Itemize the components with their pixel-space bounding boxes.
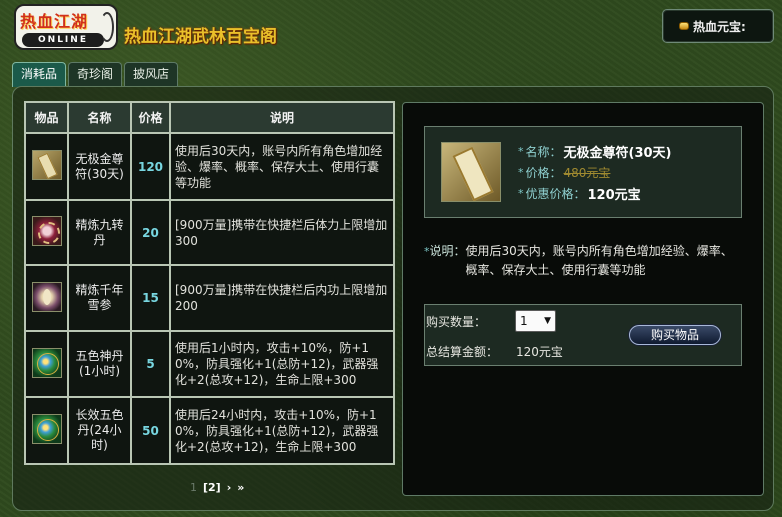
item-cell[interactable] xyxy=(24,396,69,465)
currency-balance: 热血元宝: xyxy=(662,9,774,43)
table-row[interactable]: 精炼九转丹 20 [900万量]携带在快捷栏后体力上限增加300 xyxy=(24,199,395,266)
column-header-description: 说明 xyxy=(169,101,395,134)
original-price: 480元宝 xyxy=(563,166,611,180)
table-row[interactable]: 五色神丹(1小时) 5 使用后1小时内，攻击+10%，防+10%，防具强化+1(… xyxy=(24,330,395,398)
table-row[interactable]: 长效五色丹(24小时) 50 使用后24小时内，攻击+10%，防+10%，防具强… xyxy=(24,396,395,465)
price-label: 价格： xyxy=(525,166,562,180)
logo-online-text: ONLINE xyxy=(22,33,104,47)
last-page-icon[interactable]: » xyxy=(237,481,244,494)
item-price: 50 xyxy=(130,396,171,465)
item-cell[interactable] xyxy=(24,199,69,266)
quantity-select[interactable]: 1 ▼ xyxy=(515,310,556,332)
item-description: 使用后30天内，账号内所有角色增加经验、爆率、概率、保存大土、使用行囊等功能 xyxy=(169,132,395,201)
five-color-pill-icon[interactable] xyxy=(31,347,62,378)
table-row[interactable]: 精炼千年雪参 15 [900万量]携带在快捷栏后内功上限增加200 xyxy=(24,264,395,332)
item-cell[interactable] xyxy=(24,132,69,201)
bullet-icon: * xyxy=(518,166,524,179)
item-name[interactable]: 无极金尊符(30天) xyxy=(67,132,132,201)
next-page-icon[interactable]: › xyxy=(227,481,232,494)
item-description: [900万量]携带在快捷栏后内功上限增加200 xyxy=(169,264,395,332)
info-price-row: * 价格： 480元宝 xyxy=(518,162,738,183)
chevron-down-icon: ▼ xyxy=(544,316,551,326)
total-amount-label: 总结算金额： xyxy=(426,345,499,359)
header: 热血江湖 ONLINE 热血江湖武林百宝阁 热血元宝: xyxy=(0,0,782,58)
site-title: 热血江湖武林百宝阁 xyxy=(124,27,277,47)
item-price: 20 xyxy=(130,199,171,266)
selected-item-name: 无极金尊符(30天) xyxy=(563,146,672,161)
info-name-row: * 名称： 无极金尊符(30天) xyxy=(518,141,738,162)
item-price: 5 xyxy=(130,330,171,398)
selected-item-image xyxy=(441,142,501,202)
item-info: * 名称： 无极金尊符(30天) * 价格： 480元宝 * 优惠价格： 120… xyxy=(518,141,738,204)
column-header-item: 物品 xyxy=(24,101,69,134)
currency-label: 热血元宝: xyxy=(693,19,746,34)
gold-coin-icon xyxy=(679,22,689,30)
bullet-icon: * xyxy=(518,187,524,200)
quantity-label: 购买数量： xyxy=(426,315,487,329)
category-tabs: 消耗品 奇珍阁 披风店 xyxy=(12,62,179,87)
item-description-block: *说明： 使用后30天内，账号内所有角色增加经验、爆率、概率、保存大土、使用行囊… xyxy=(424,242,742,280)
column-header-name: 名称 xyxy=(67,101,132,134)
item-description: 使用后24小时内，攻击+10%，防+10%，防具强化+1(总防+12)，武器强化… xyxy=(169,396,395,465)
page-link-1[interactable]: 1 xyxy=(190,481,197,494)
description-text: 使用后30天内，账号内所有角色增加经验、爆率、概率、保存大土、使用行囊等功能 xyxy=(465,244,733,277)
talisman-icon[interactable] xyxy=(31,150,62,180)
name-label: 名称： xyxy=(525,145,562,159)
pagination: 1 [2] › » xyxy=(190,480,244,494)
tab-cloak-shop[interactable]: 披风店 xyxy=(124,62,179,87)
item-cell[interactable] xyxy=(24,330,69,398)
info-deal-row: * 优惠价格： 120元宝 xyxy=(518,183,738,204)
bullet-icon: * xyxy=(518,145,524,158)
ginseng-icon[interactable] xyxy=(31,281,62,312)
item-name[interactable]: 精炼九转丹 xyxy=(67,199,132,266)
description-label-text: 说明： xyxy=(429,244,466,258)
column-header-price: 价格 xyxy=(130,101,171,134)
logo-swirl-icon xyxy=(100,12,114,42)
quantity-value: 1 xyxy=(520,314,528,328)
item-name[interactable]: 五色神丹(1小时) xyxy=(67,330,132,398)
current-page: [2] xyxy=(203,480,221,494)
item-description: 使用后1小时内，攻击+10%，防+10%，防具强化+1(总防+12)，武器强化+… xyxy=(169,330,395,398)
description-label: *说明： xyxy=(424,242,466,280)
game-logo[interactable]: 热血江湖 ONLINE xyxy=(14,4,118,50)
table-row[interactable]: 无极金尊符(30天) 120 使用后30天内，账号内所有角色增加经验、爆率、概率… xyxy=(24,132,395,201)
deal-price-label: 优惠价格： xyxy=(525,187,586,201)
product-table: 物品 名称 价格 说明 无极金尊符(30天) 120 使用后30天内，账号内所有… xyxy=(24,101,395,465)
buy-item-button[interactable]: 购买物品 xyxy=(629,325,721,345)
table-header-row: 物品 名称 价格 说明 xyxy=(24,101,395,134)
item-name[interactable]: 精炼千年雪参 xyxy=(67,264,132,332)
item-cell[interactable] xyxy=(24,264,69,332)
deal-price: 120元宝 xyxy=(587,188,641,203)
item-name[interactable]: 长效五色丹(24小时) xyxy=(67,396,132,465)
item-price: 120 xyxy=(130,132,171,201)
item-price: 15 xyxy=(130,264,171,332)
logo-chinese-text: 热血江湖 xyxy=(20,12,89,31)
total-amount-value: 120元宝 xyxy=(516,345,563,359)
five-color-pill-icon[interactable] xyxy=(31,414,62,444)
red-pill-icon[interactable] xyxy=(31,216,62,246)
tab-treasures[interactable]: 奇珍阁 xyxy=(68,62,123,87)
item-description: [900万量]携带在快捷栏后体力上限增加300 xyxy=(169,199,395,266)
tab-consumables[interactable]: 消耗品 xyxy=(12,62,67,87)
